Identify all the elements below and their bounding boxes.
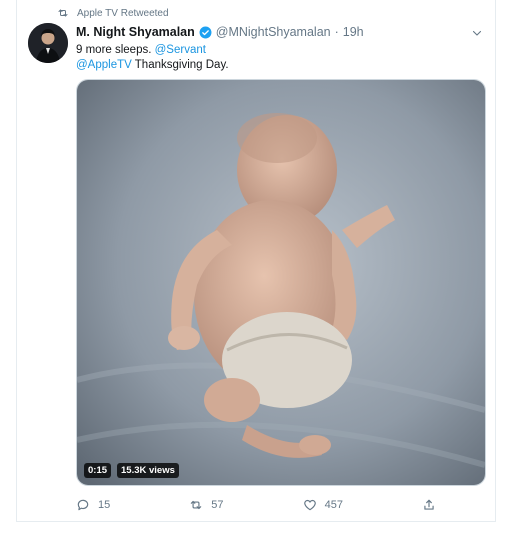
avatar-image [28, 23, 68, 63]
video-thumbnail [77, 80, 485, 485]
like-count: 457 [324, 499, 343, 511]
mention-servant[interactable]: @Servant [155, 44, 206, 56]
share-icon [424, 499, 434, 510]
tweet-text: 9 more sleeps. @Servant @AppleTV Thanksg… [76, 43, 476, 73]
heart-icon [303, 499, 316, 511]
author-name[interactable]: M. Night Shyamalan [76, 25, 195, 39]
retweet-context: Apple TV Retweeted [57, 7, 169, 19]
tweet-card[interactable]: Apple TV Retweeted M. Night Shyamalan @M… [16, 0, 496, 522]
chevron-down-icon[interactable] [471, 27, 483, 39]
retweet-icon [191, 500, 202, 510]
video-player[interactable]: 0:15 15.3K views [76, 79, 486, 486]
avatar[interactable] [28, 23, 68, 63]
like-button[interactable]: 457 [303, 498, 343, 512]
separator-dot: · [334, 25, 339, 39]
tweet-actions: 15 57 457 [76, 498, 436, 512]
tweet-text-part1: 9 more sleeps. [76, 44, 155, 56]
tweet-header: M. Night Shyamalan @MNightShyamalan · 19… [76, 25, 483, 39]
author-handle[interactable]: @MNightShyamalan [216, 25, 331, 39]
retweet-count: 57 [211, 499, 224, 511]
reply-count: 15 [98, 499, 111, 511]
tweet-text-part2: Thanksgiving Day. [131, 59, 229, 71]
verified-badge-icon [199, 26, 212, 38]
video-views: 15.3K views [117, 463, 179, 478]
share-button[interactable] [422, 498, 436, 512]
tweet-time[interactable]: 19h [343, 25, 364, 39]
video-duration: 0:15 [84, 463, 112, 478]
next-tweet-edge [16, 522, 496, 535]
retweet-label: Apple TV Retweeted [77, 7, 169, 19]
video-badges: 0:15 15.3K views [84, 463, 179, 478]
reply-button[interactable]: 15 [76, 498, 110, 512]
retweet-button[interactable]: 57 [189, 498, 224, 512]
retweet-icon [58, 9, 68, 17]
mention-appletv[interactable]: @AppleTV [76, 59, 132, 71]
reply-icon [77, 499, 89, 511]
